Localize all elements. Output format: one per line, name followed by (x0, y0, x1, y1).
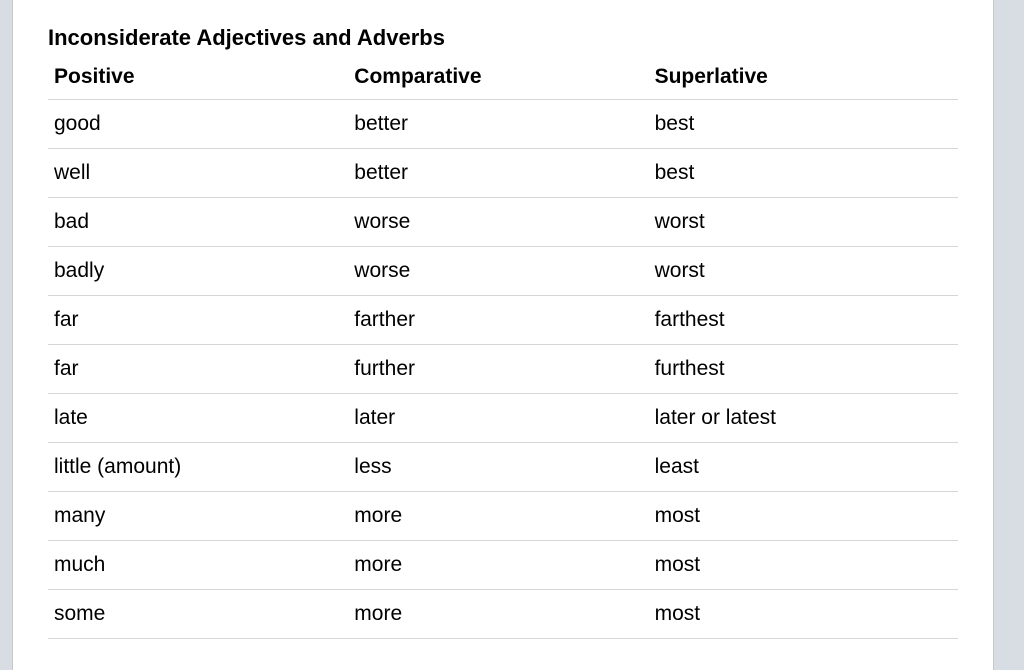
table-row: little (amount) less least (48, 443, 958, 492)
cell-superlative: farthest (649, 296, 958, 345)
cell-comparative: better (348, 149, 648, 198)
table-header-row: Positive Comparative Superlative (48, 59, 958, 100)
cell-superlative: most (649, 492, 958, 541)
cell-superlative: later or latest (649, 394, 958, 443)
cell-comparative: later (348, 394, 648, 443)
cell-comparative: worse (348, 198, 648, 247)
cell-positive: many (48, 492, 348, 541)
header-comparative: Comparative (348, 59, 648, 100)
cell-positive: much (48, 541, 348, 590)
adjectives-table: Positive Comparative Superlative good be… (48, 59, 958, 639)
page-container: Inconsiderate Adjectives and Adverbs Pos… (12, 0, 994, 670)
cell-positive: late (48, 394, 348, 443)
table-row: far further furthest (48, 345, 958, 394)
cell-positive: some (48, 590, 348, 639)
table-row: some more most (48, 590, 958, 639)
cell-comparative: more (348, 492, 648, 541)
cell-superlative: least (649, 443, 958, 492)
table-row: good better best (48, 100, 958, 149)
cell-superlative: best (649, 149, 958, 198)
table-row: badly worse worst (48, 247, 958, 296)
header-positive: Positive (48, 59, 348, 100)
table-row: well better best (48, 149, 958, 198)
cell-superlative: most (649, 590, 958, 639)
table-body: good better best well better best bad wo… (48, 100, 958, 639)
cell-comparative: farther (348, 296, 648, 345)
cell-positive: good (48, 100, 348, 149)
cell-superlative: furthest (649, 345, 958, 394)
cell-comparative: further (348, 345, 648, 394)
cell-comparative: less (348, 443, 648, 492)
table-row: late later later or latest (48, 394, 958, 443)
cell-positive: well (48, 149, 348, 198)
table-row: many more most (48, 492, 958, 541)
cell-superlative: worst (649, 247, 958, 296)
cell-positive: badly (48, 247, 348, 296)
cell-positive: little (amount) (48, 443, 348, 492)
cell-comparative: better (348, 100, 648, 149)
cell-positive: far (48, 296, 348, 345)
cell-comparative: more (348, 541, 648, 590)
cell-superlative: worst (649, 198, 958, 247)
cell-positive: far (48, 345, 348, 394)
cell-superlative: most (649, 541, 958, 590)
header-superlative: Superlative (649, 59, 958, 100)
table-title: Inconsiderate Adjectives and Adverbs (48, 25, 958, 51)
table-row: bad worse worst (48, 198, 958, 247)
cell-comparative: more (348, 590, 648, 639)
cell-positive: bad (48, 198, 348, 247)
table-row: far farther farthest (48, 296, 958, 345)
cell-comparative: worse (348, 247, 648, 296)
table-row: much more most (48, 541, 958, 590)
cell-superlative: best (649, 100, 958, 149)
